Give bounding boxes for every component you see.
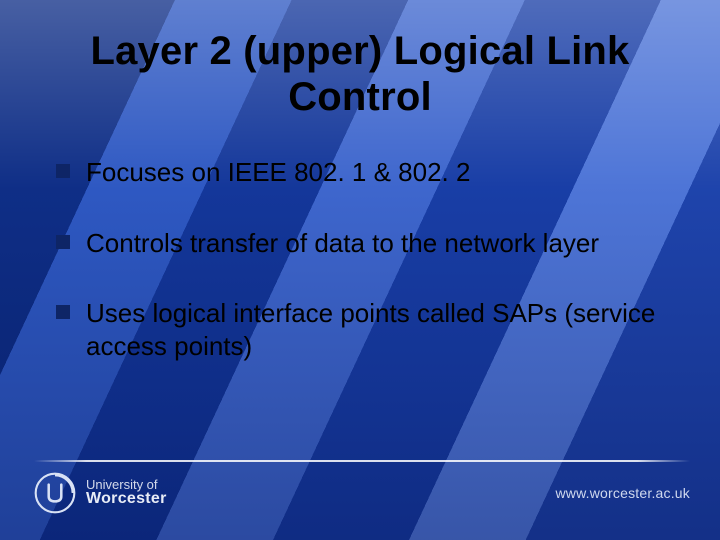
crest-icon <box>34 472 76 514</box>
list-item: Uses logical interface points called SAP… <box>56 297 664 362</box>
logo-text: University of Worcester <box>86 478 167 508</box>
bullet-text: Controls transfer of data to the network… <box>86 227 599 260</box>
logo-line1: University of <box>86 478 167 492</box>
footer-divider <box>34 460 690 462</box>
footer-row: University of Worcester www.worcester.ac… <box>34 468 690 518</box>
slide-title: Layer 2 (upper) Logical Link Control <box>56 28 664 120</box>
university-logo: University of Worcester <box>34 472 167 514</box>
logo-line2: Worcester <box>86 491 167 508</box>
bullet-square-icon <box>56 235 70 249</box>
footer-url: www.worcester.ac.uk <box>555 485 690 501</box>
bullet-square-icon <box>56 305 70 319</box>
slide-content: Layer 2 (upper) Logical Link Control Foc… <box>0 0 720 540</box>
list-item: Controls transfer of data to the network… <box>56 227 664 260</box>
bullet-text: Uses logical interface points called SAP… <box>86 297 664 362</box>
bullet-list: Focuses on IEEE 802. 1 & 802. 2 Controls… <box>56 156 664 362</box>
bullet-text: Focuses on IEEE 802. 1 & 802. 2 <box>86 156 470 189</box>
list-item: Focuses on IEEE 802. 1 & 802. 2 <box>56 156 664 189</box>
slide-footer: University of Worcester www.worcester.ac… <box>0 460 720 518</box>
bullet-square-icon <box>56 164 70 178</box>
